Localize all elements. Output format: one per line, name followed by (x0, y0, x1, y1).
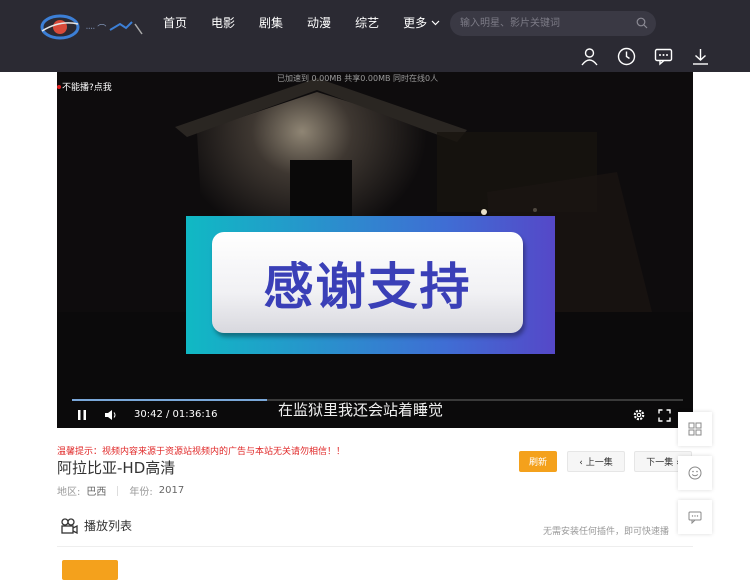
pause-icon[interactable] (76, 409, 88, 421)
no-plugin-text: 无需安装任何插件，即可快速播 (543, 527, 670, 537)
grid-icon (688, 422, 702, 436)
header-icons (580, 47, 710, 66)
volume-icon[interactable] (104, 409, 118, 421)
ad-card: 感谢支持 (212, 232, 523, 333)
nav-item-movies[interactable]: 电影 (211, 15, 235, 31)
region-label: 地区: (57, 487, 81, 498)
search-box (450, 11, 656, 36)
side-comment-button[interactable] (678, 500, 712, 534)
episode-button[interactable] (62, 560, 118, 580)
svg-text:᠁ ⌒: ᠁ ⌒ (84, 24, 106, 35)
main-nav: 首页 电影 剧集 动漫 综艺 更多 (163, 15, 464, 31)
fullscreen-icon[interactable] (658, 409, 671, 422)
comment-icon (688, 511, 702, 524)
nav-more-label: 更多 (403, 16, 428, 30)
playlist-title: 播放列表 (84, 519, 133, 533)
download-icon[interactable] (691, 47, 710, 66)
video-player[interactable]: 不能播?点我 已加速到 0.00MB 共享0.00MB 同时在线0人 感谢支持 … (57, 72, 693, 428)
prev-episode-button[interactable]: ‹ 上一集 (567, 451, 625, 472)
search-icon[interactable] (636, 17, 648, 29)
playlist-divider (57, 546, 693, 547)
warm-notice: 温馨提示：视频内容来源于资源站视频内的广告与本站无关请勿相信！！ (57, 447, 346, 457)
history-icon[interactable] (617, 47, 636, 66)
site-logo[interactable]: ᠁ ⌒ (40, 12, 145, 42)
hint-dot (57, 84, 61, 89)
nav-item-more[interactable]: 更多 (403, 15, 440, 31)
video-meta: 地区: 巴西 年份: 2017 (57, 483, 184, 498)
search-input[interactable] (460, 15, 630, 32)
camera-icon (61, 517, 78, 534)
meta-divider (117, 485, 119, 496)
smile-icon (688, 466, 702, 480)
play-help-text: 不能播?点我 (62, 83, 112, 93)
side-grid-button[interactable] (678, 412, 712, 446)
video-title: 阿拉比亚-HD高清 (57, 459, 176, 477)
chevron-down-icon (431, 20, 440, 26)
side-emoji-button[interactable] (678, 456, 712, 490)
nav-item-variety[interactable]: 综艺 (355, 15, 379, 31)
region-value[interactable]: 巴西 (86, 483, 106, 498)
nav-item-series[interactable]: 剧集 (259, 15, 283, 31)
message-icon[interactable] (654, 47, 673, 66)
progress-fill (72, 399, 267, 401)
settings-icon[interactable] (632, 408, 646, 422)
playlist-header: 播放列表 (60, 517, 132, 534)
video-subtitle: 在监狱里我还会站着睡觉 (278, 401, 444, 419)
ad-text: 感谢支持 (263, 257, 472, 316)
refresh-button[interactable]: 刷新 (519, 451, 557, 472)
time-display: 30:42 / 01:36:16 (134, 409, 218, 420)
play-help-link[interactable]: 不能播?点我 (57, 80, 112, 93)
user-icon[interactable] (580, 47, 599, 66)
year-label: 年份: (129, 487, 153, 498)
year-value: 2017 (158, 485, 185, 496)
nav-item-home[interactable]: 首页 (163, 15, 187, 31)
p2p-stats: 已加速到 0.00MB 共享0.00MB 同时在线0人 (277, 74, 439, 83)
ad-banner[interactable]: 感谢支持 (186, 216, 555, 354)
nav-item-anime[interactable]: 动漫 (307, 15, 331, 31)
top-navbar: ᠁ ⌒ 首页 电影 剧集 动漫 综艺 更多 (0, 0, 750, 72)
